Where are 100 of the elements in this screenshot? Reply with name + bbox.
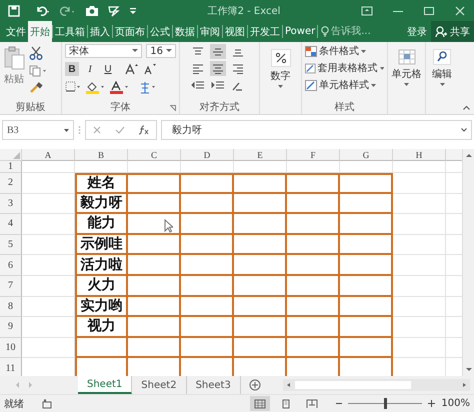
column-header[interactable]: C [128,149,181,161]
column-header[interactable]: B [75,149,128,161]
scroll-left-icon[interactable] [286,382,292,388]
ribbon-tab[interactable]: 视图 [223,21,247,42]
editing-button[interactable]: 编辑 [432,47,452,86]
align-button[interactable] [210,44,226,59]
search-icon [433,49,451,65]
ribbon-tab[interactable]: 插入 [88,21,112,42]
add-sheet-icon[interactable] [248,379,261,391]
row-header[interactable]: 2 [0,173,22,194]
style-menu-button[interactable]: 单元格样式 [305,78,384,92]
table-cell: 示例哇 [75,234,128,256]
ribbon-display-icon[interactable] [360,6,373,16]
grow-font-icon[interactable] [125,63,139,75]
borders-icon[interactable] [65,81,81,93]
macro-record-icon[interactable] [42,398,52,408]
table-cell: 火力 [75,276,128,297]
expand-icon[interactable] [461,128,467,132]
save-icon[interactable] [8,4,20,16]
format-button[interactable]: U [101,62,115,76]
font-size-field[interactable]: 16 [146,44,176,58]
row-header[interactable]: 7 [0,276,22,297]
row-header[interactable]: 6 [0,255,22,276]
table-cell [340,161,393,173]
row-header[interactable]: 10 [0,338,22,358]
shrink-font-icon[interactable] [143,63,157,75]
number-format-button[interactable]: 数字 [270,47,290,88]
collapse-ribbon-icon[interactable] [463,105,470,110]
column-header[interactable]: E [234,149,287,161]
style-menu-button[interactable]: 套用表格格式 [305,61,384,75]
phonetic-icon[interactable] [139,80,157,94]
column-header[interactable]: F [287,149,340,161]
ribbon-tab[interactable]: Power [283,21,318,42]
align-icon [192,64,204,74]
table-cell [340,234,393,256]
row-header[interactable]: 11 [0,358,22,376]
sheet-tab[interactable]: Sheet1 [78,376,132,394]
fill-color-icon[interactable] [85,80,105,94]
paste-button[interactable]: 粘贴 [3,44,25,100]
scissors-icon[interactable] [29,46,43,60]
scroll-down-icon[interactable] [464,367,472,373]
font-color-icon[interactable] [109,80,129,94]
orientation-icon[interactable] [231,80,245,90]
format-button[interactable]: I [83,62,97,76]
ribbon-tab[interactable]: 数据 [173,21,197,42]
table-cell [393,255,446,276]
align-button[interactable] [210,61,226,76]
row-header[interactable]: 1 [0,161,22,173]
dialog-launcher-icon[interactable] [170,105,176,111]
row-header[interactable]: 3 [0,194,22,214]
row-header[interactable]: 4 [0,214,22,235]
format-icon[interactable] [108,4,120,16]
window-title: 工作簿2 - Excel [208,4,280,18]
zoom-slider-thumb[interactable] [384,398,388,409]
row-header[interactable]: 5 [0,234,22,256]
table-cell [393,173,446,194]
column-header[interactable]: D [181,149,234,161]
ribbon-tab[interactable]: 开始 [28,21,52,42]
share-button[interactable]: 共享 [431,21,474,42]
camera-icon[interactable] [85,4,99,16]
column-header[interactable]: G [340,149,393,161]
zoom-in-icon[interactable] [428,400,436,407]
copy-icon[interactable] [29,65,47,77]
redo-icon[interactable] [60,4,76,16]
ribbon-tab[interactable]: 页面布 [113,21,147,42]
customize-icon[interactable] [129,6,137,16]
ribbon-tab[interactable]: 审阅 [198,21,222,42]
view-button[interactable] [250,396,270,411]
maximize-icon[interactable] [422,6,435,16]
cells-button[interactable]: 单元格 [392,47,422,86]
table-cell [287,214,340,235]
close-icon[interactable] [454,6,466,16]
style-menu-button[interactable]: 条件格式 [305,44,384,58]
format-button[interactable]: B [65,62,79,76]
insert-function-icon[interactable] [138,125,150,135]
row-header[interactable]: 9 [0,317,22,338]
font-name-field[interactable]: 宋体 [65,44,142,58]
format-painter-icon[interactable] [29,82,43,94]
increase-indent-icon[interactable] [211,80,225,90]
scroll-up-icon[interactable] [464,152,472,158]
undo-icon[interactable] [35,4,51,16]
group-label: 剪贴板 [16,100,46,114]
ribbon-tab[interactable]: 开发工 [248,21,282,42]
column-header[interactable]: A [22,149,75,161]
column-header[interactable]: H [393,149,446,161]
table-style-icon [305,62,316,74]
table-style-icon [305,80,317,90]
ribbon-tab[interactable]: 公式 [148,21,172,42]
scroll-right-icon[interactable] [461,382,467,388]
ribbon-tab[interactable]: 文件 [4,21,28,42]
ribbon-tab[interactable]: 工具箱 [53,21,87,42]
vertical-scrollbar[interactable] [462,149,474,376]
formula-field[interactable]: 毅力呀 [161,120,472,140]
sign-in-link[interactable]: 登录 [405,21,429,42]
tell-me-field[interactable]: 告诉我... [331,26,372,37]
row-header[interactable]: 8 [0,296,22,318]
name-box[interactable]: B3 [2,120,74,140]
horizontal-scrollbar[interactable] [282,379,470,391]
decrease-indent-icon[interactable] [191,80,205,90]
table-cell [287,194,340,214]
